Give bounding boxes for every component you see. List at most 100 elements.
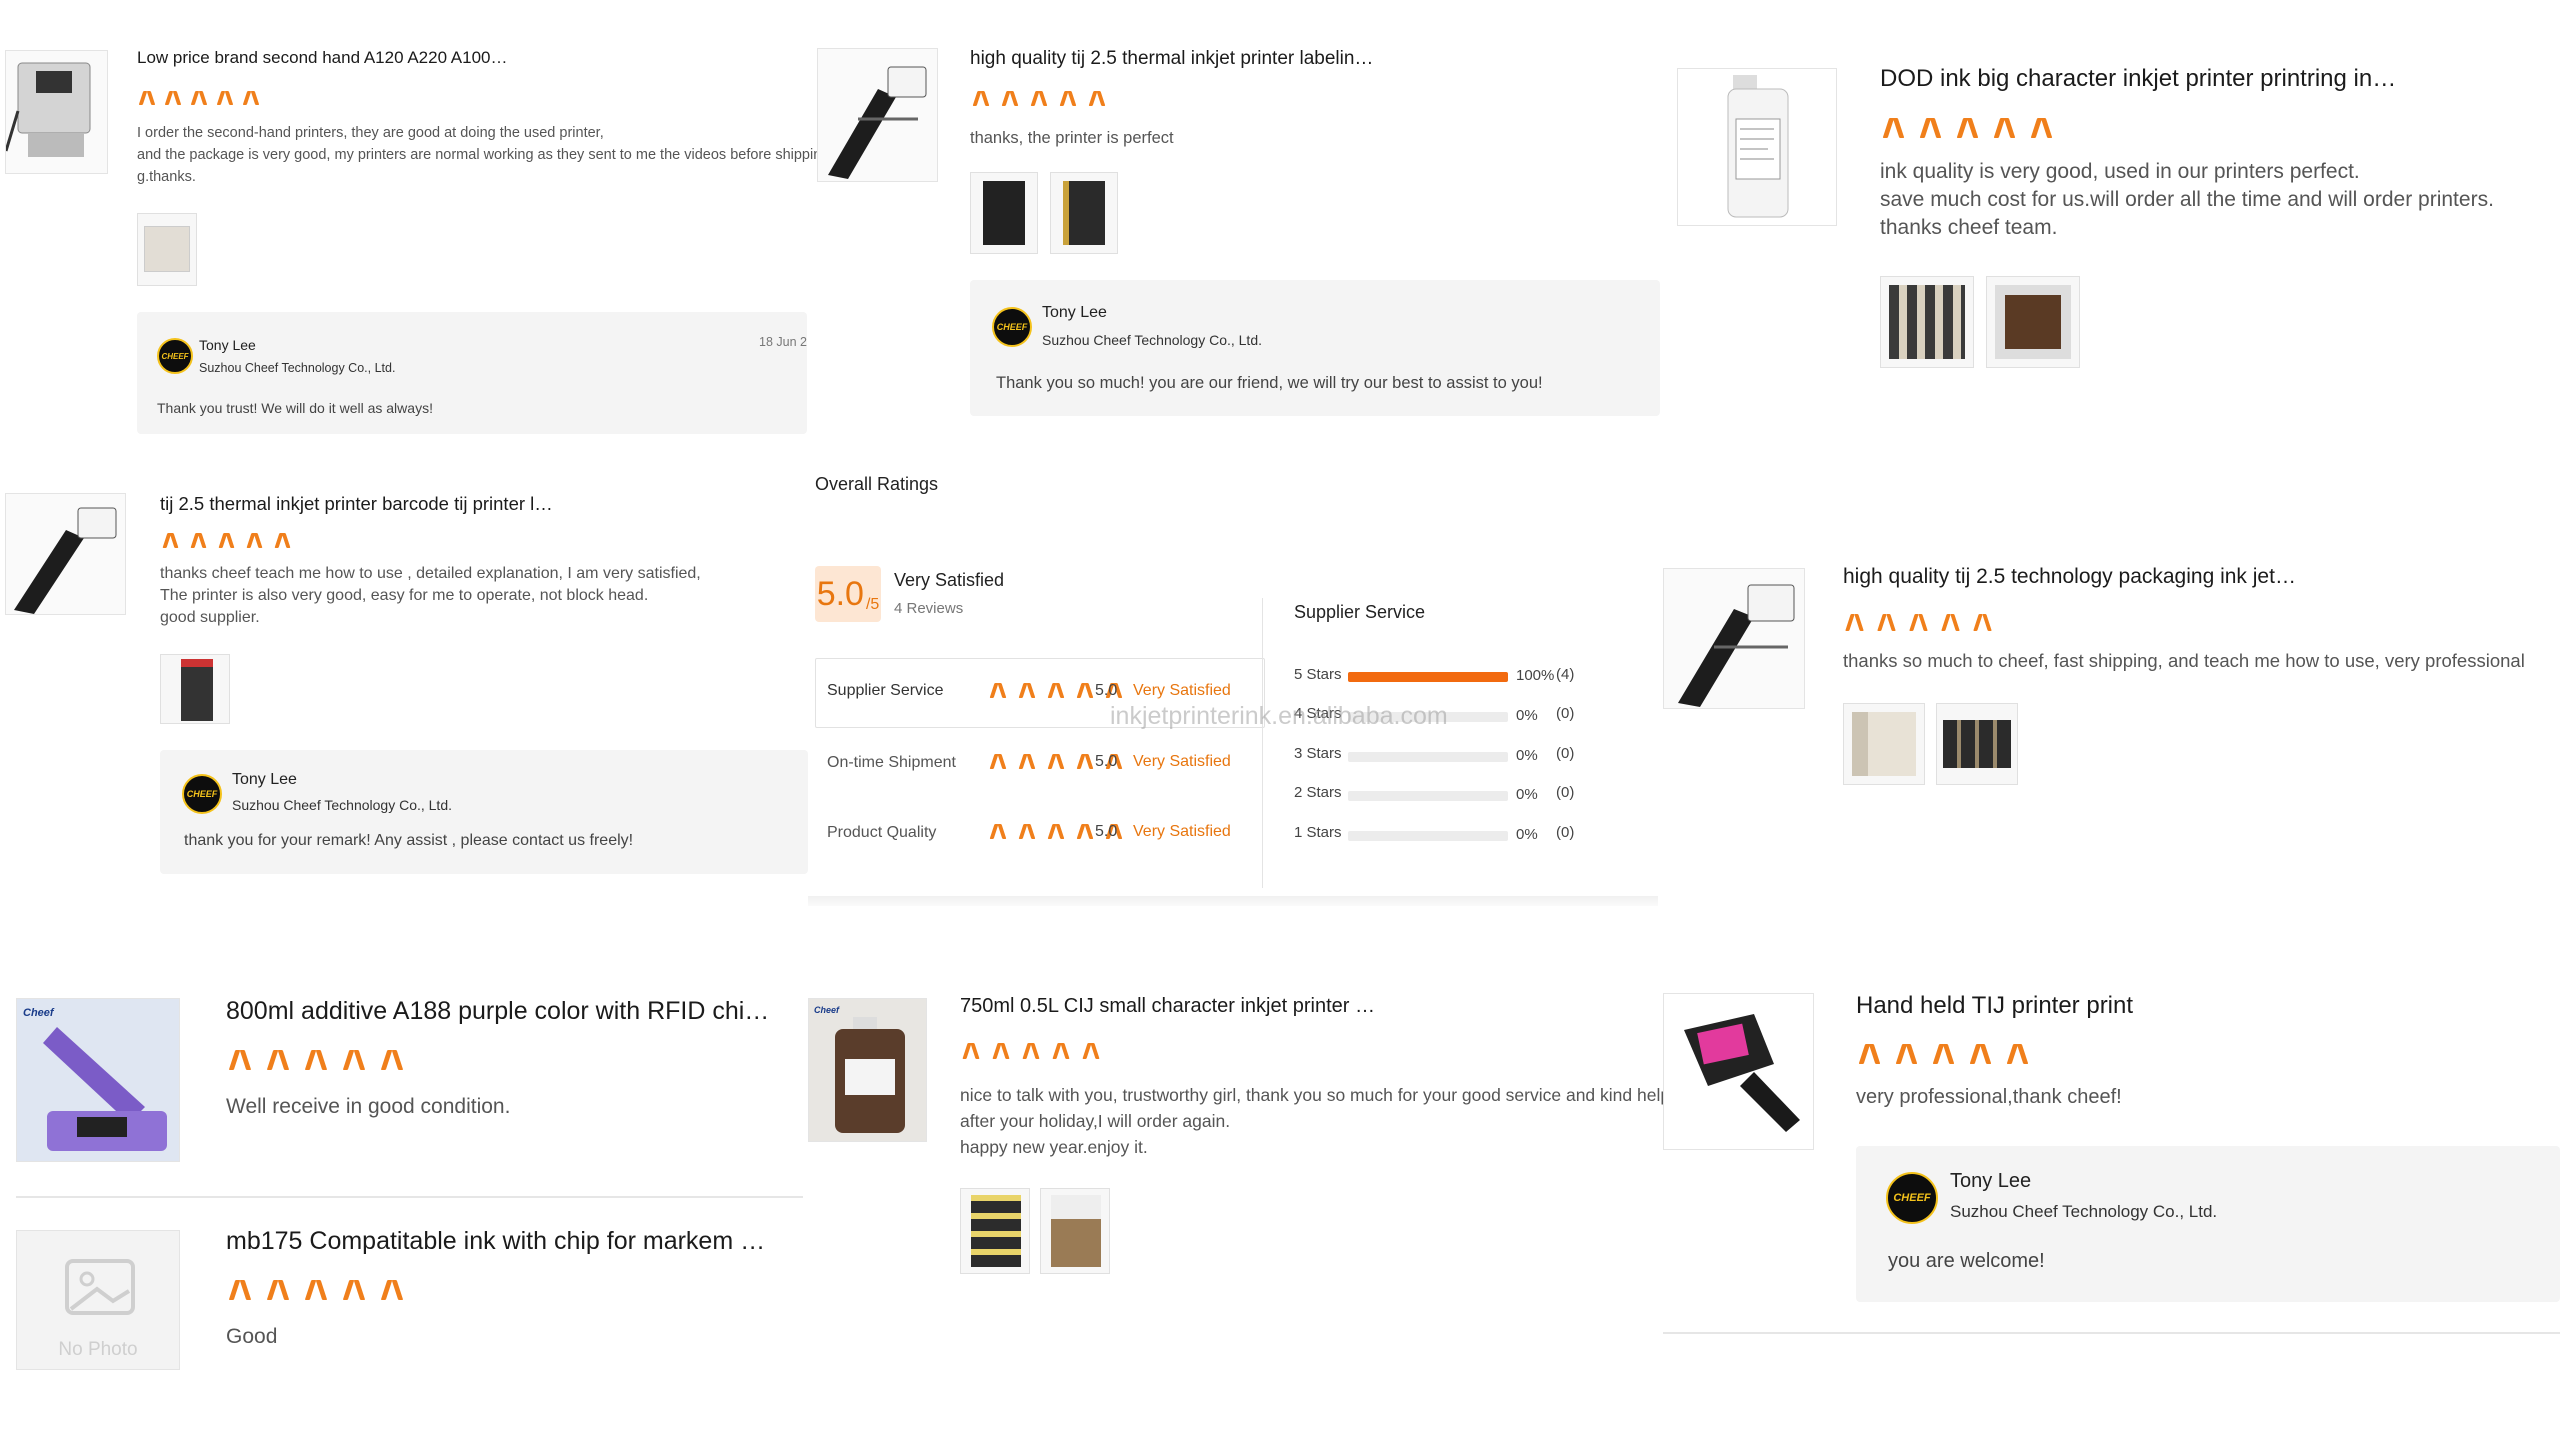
review-title[interactable]: 750ml 0.5L CIJ small character inkjet pr… (960, 995, 1380, 1018)
review-photo[interactable] (1843, 703, 1925, 785)
breakdown-bar (1348, 752, 1508, 762)
star-icon (1080, 1040, 1103, 1063)
breakdown-bar (1348, 831, 1508, 841)
seller-company: Suzhou Cheef Technology Co., Ltd. (199, 361, 396, 375)
breakdown-bar (1348, 791, 1508, 801)
breakdown-count: (0) (1556, 705, 1575, 722)
star-icon (216, 530, 237, 551)
star-icon (1045, 751, 1067, 773)
category-name: On-time Shipment (827, 754, 956, 771)
rating-stars (1856, 1040, 2032, 1068)
rating-stars (1880, 114, 2056, 142)
star-icon (226, 1276, 255, 1305)
seller-name: Tony Lee (199, 337, 256, 353)
review-text: nice to talk with you, trustworthy girl,… (960, 1085, 1675, 1157)
rating-stars (137, 88, 261, 108)
breakdown-count: (0) (1556, 745, 1575, 762)
star-icon (987, 751, 1009, 773)
overall-ratings-heading: Overall Ratings (815, 474, 939, 494)
section-divider (808, 896, 1658, 906)
reply-message: Thank you so much! you are our friend, w… (996, 374, 1543, 392)
product-thumbnail[interactable]: Cheef (16, 998, 180, 1162)
category-label: Very Satisfied (1133, 823, 1231, 840)
breakdown-percent: 0% (1516, 747, 1538, 764)
rating-stars (1843, 610, 1995, 634)
seller-name: Tony Lee (232, 771, 297, 788)
review-photo[interactable] (1880, 276, 1974, 368)
review-title[interactable]: DOD ink big character inkjet printer pri… (1880, 65, 2400, 93)
product-thumbnail[interactable] (1677, 68, 1837, 226)
review-title[interactable]: high quality tij 2.5 technology packagin… (1843, 565, 2363, 589)
no-photo-icon (65, 1259, 135, 1315)
reviews-count[interactable]: 4 Reviews (894, 600, 963, 617)
star-icon (226, 1046, 255, 1075)
category-label: Very Satisfied (1133, 682, 1231, 699)
star-icon (1939, 610, 1963, 634)
review-title[interactable]: high quality tij 2.5 thermal inkjet prin… (970, 48, 1390, 70)
brand-label: Cheef (814, 1005, 840, 1015)
review-title[interactable]: mb175 Compatitable ink with chip for mar… (226, 1227, 786, 1256)
star-icon (1074, 680, 1096, 702)
rating-stars (970, 88, 1108, 110)
star-icon (1893, 1040, 1921, 1068)
star-icon (160, 530, 181, 551)
review-photo[interactable] (970, 172, 1038, 254)
star-icon (1954, 114, 1982, 142)
product-thumbnail[interactable] (5, 493, 126, 615)
review-text: thanks so much to cheef, fast shipping, … (1843, 650, 2525, 671)
review-title[interactable]: 800ml additive A188 purple color with RF… (226, 997, 786, 1026)
review-photo[interactable] (137, 213, 197, 286)
review-photo[interactable] (160, 654, 230, 724)
star-icon (1086, 88, 1108, 110)
seller-reply: CHEEF Tony Lee Suzhou Cheef Technology C… (160, 750, 808, 874)
star-icon (378, 1046, 407, 1075)
overall-score-max: /5 (865, 596, 880, 613)
star-icon (340, 1046, 369, 1075)
breakdown-title: Supplier Service (1294, 602, 1426, 622)
review-photo[interactable] (1936, 703, 2018, 785)
review-text: very professional,thank cheef! (1856, 1086, 2122, 1108)
panel-divider (1262, 598, 1263, 888)
star-icon (215, 88, 235, 108)
star-icon (302, 1046, 331, 1075)
product-thumbnail-placeholder[interactable]: No Photo (16, 1230, 180, 1370)
star-icon (2028, 114, 2056, 142)
list-divider (16, 1196, 803, 1198)
rating-stars (226, 1276, 407, 1305)
breakdown-label: 3 Stars (1294, 745, 1342, 762)
breakdown-count: (0) (1556, 824, 1575, 841)
review-photo[interactable] (1986, 276, 2080, 368)
breakdown-percent: 0% (1516, 826, 1538, 843)
star-icon (1971, 610, 1995, 634)
review-photo[interactable] (1050, 172, 1118, 254)
category-label: Very Satisfied (1133, 753, 1231, 770)
review-title[interactable]: tij 2.5 thermal inkjet printer barcode t… (160, 493, 580, 515)
review-title[interactable]: Hand held TIJ printer print (1856, 992, 2376, 1020)
star-icon (999, 88, 1021, 110)
reply-date: 18 Jun 2 (759, 335, 807, 349)
product-thumbnail[interactable] (1663, 993, 1814, 1150)
seller-company: Suzhou Cheef Technology Co., Ltd. (232, 797, 453, 813)
seller-logo: CHEEF (157, 338, 193, 374)
star-icon (987, 821, 1009, 843)
star-icon (987, 680, 1009, 702)
star-icon (378, 1276, 407, 1305)
breakdown-percent: 0% (1516, 786, 1538, 803)
product-thumbnail[interactable] (5, 50, 108, 174)
review-photo[interactable] (960, 1188, 1030, 1274)
product-thumbnail[interactable]: Cheef (808, 998, 927, 1142)
review-photo[interactable] (1040, 1188, 1110, 1274)
review-title[interactable]: Low price brand second hand A120 A220 A1… (137, 48, 537, 68)
breakdown-bar (1348, 672, 1508, 682)
breakdown-label: 5 Stars (1294, 666, 1342, 683)
breakdown-percent: 100% (1516, 667, 1555, 684)
rating-stars (960, 1040, 1103, 1063)
product-thumbnail[interactable] (1663, 568, 1805, 709)
star-icon (264, 1046, 293, 1075)
star-icon (1917, 114, 1945, 142)
star-icon (1880, 114, 1908, 142)
product-thumbnail[interactable] (817, 48, 938, 182)
star-icon (1016, 680, 1038, 702)
star-icon (244, 530, 265, 551)
review-text: Good (226, 1325, 278, 1348)
